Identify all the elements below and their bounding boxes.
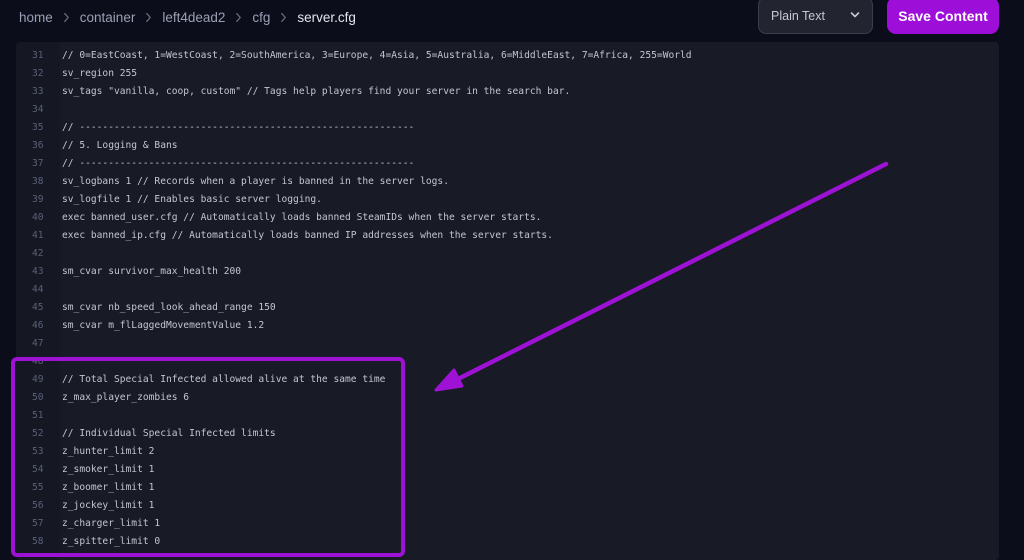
line-number: 58 (32, 535, 44, 547)
code-line: 55 z_boomer_limit 1 (16, 478, 999, 496)
code-line: 53 z_hunter_limit 2 (16, 442, 999, 460)
line-number: 56 (32, 499, 44, 511)
line-number: 42 (32, 247, 44, 259)
chevron-right-icon (146, 12, 152, 22)
line-text: z_max_player_zombies 6 (62, 391, 190, 403)
breadcrumb-item[interactable]: cfg (252, 10, 270, 25)
breadcrumb: home container left4dead2 cfg server.cfg (19, 8, 356, 26)
code-line: 38 sv_logbans 1 // Records when a player … (16, 172, 999, 190)
code-line: 41 exec banned_ip.cfg // Automatically lo… (16, 226, 999, 244)
line-number: 32 (32, 67, 44, 79)
code-line: 35 // -----------------------------------… (16, 118, 999, 136)
line-number: 53 (32, 445, 44, 457)
line-text: sv_logbans 1 // Records when a player is… (62, 175, 449, 187)
code-line: 42 (16, 244, 999, 262)
line-number: 48 (32, 355, 44, 367)
code-line: 44 (16, 280, 999, 298)
breadcrumb-item: server.cfg (297, 9, 356, 25)
line-number: 33 (32, 85, 44, 97)
breadcrumb-item[interactable]: container (80, 10, 136, 25)
line-number: 45 (32, 301, 44, 313)
language-mode-select[interactable]: Plain Text (758, 0, 873, 34)
line-text: z_spitter_limit 0 (62, 535, 161, 547)
line-text: sv_tags "vanilla, coop, custom" // Tags … (62, 85, 571, 97)
chevron-down-icon (850, 12, 860, 18)
line-text: // -------------------------------------… (62, 157, 415, 169)
code-line: 51 (16, 406, 999, 424)
line-text: z_jockey_limit 1 (62, 499, 155, 511)
line-text: sm_cvar survivor_max_health 200 (62, 265, 242, 277)
language-mode-value: Plain Text (771, 8, 825, 23)
line-number: 38 (32, 175, 44, 187)
line-text: exec banned_ip.cfg // Automatically load… (62, 229, 553, 241)
code-line: 43 sm_cvar survivor_max_health 200 (16, 262, 999, 280)
line-text: // Total Special Infected allowed alive … (62, 373, 386, 385)
line-number: 31 (32, 49, 44, 61)
code-line: 33 sv_tags "vanilla, coop, custom" // Tag… (16, 82, 999, 100)
code-line: 36 // 5. Logging & Bans (16, 136, 999, 154)
line-text: // Individual Special Infected limits (62, 427, 276, 439)
code-line: 31 // 0=EastCoast, 1=WestCoast, 2=SouthAm… (16, 46, 999, 64)
code-line: 58 z_spitter_limit 0 (16, 532, 999, 550)
line-number: 50 (32, 391, 44, 403)
line-number: 51 (32, 409, 44, 421)
save-content-button[interactable]: Save Content (887, 0, 999, 34)
line-text: // 0=EastCoast, 1=WestCoast, 2=SouthAmer… (62, 49, 692, 61)
line-number: 40 (32, 211, 44, 223)
code-line: 48 (16, 352, 999, 370)
line-text: z_smoker_limit 1 (62, 463, 155, 475)
line-number: 39 (32, 193, 44, 205)
chevron-right-icon (281, 12, 287, 22)
code-line: 46 sm_cvar m_flLaggedMovementValue 1.2 (16, 316, 999, 334)
line-number: 35 (32, 121, 44, 133)
line-number: 54 (32, 463, 44, 475)
line-text: z_charger_limit 1 (62, 517, 161, 529)
code-line: 32 sv_region 255 (16, 64, 999, 82)
line-number: 41 (32, 229, 44, 241)
line-number: 43 (32, 265, 44, 277)
breadcrumb-item[interactable]: home (19, 10, 53, 25)
line-number: 57 (32, 517, 44, 529)
code-lines: 31 // 0=EastCoast, 1=WestCoast, 2=SouthAm… (16, 46, 999, 550)
code-line: 39 sv_logfile 1 // Enables basic server l… (16, 190, 999, 208)
line-number: 36 (32, 139, 44, 151)
code-line: 47 (16, 334, 999, 352)
code-line: 40 exec banned_user.cfg // Automatically … (16, 208, 999, 226)
code-line: 45 sm_cvar nb_speed_look_ahead_range 150 (16, 298, 999, 316)
line-number: 34 (32, 103, 44, 115)
line-text: sm_cvar nb_speed_look_ahead_range 150 (62, 301, 276, 313)
line-text: sv_logfile 1 // Enables basic server log… (62, 193, 322, 205)
code-line: 56 z_jockey_limit 1 (16, 496, 999, 514)
code-editor[interactable]: 31 // 0=EastCoast, 1=WestCoast, 2=SouthAm… (16, 42, 999, 560)
line-number: 52 (32, 427, 44, 439)
chevron-right-icon (236, 12, 242, 22)
line-number: 46 (32, 319, 44, 331)
line-text: exec banned_user.cfg // Automatically lo… (62, 211, 542, 223)
line-text: // -------------------------------------… (62, 121, 415, 133)
line-text: z_boomer_limit 1 (62, 481, 155, 493)
line-number: 44 (32, 283, 44, 295)
code-line: 49 // Total Special Infected allowed aliv… (16, 370, 999, 388)
top-bar: home container left4dead2 cfg server.cfg Pla… (0, 0, 1024, 42)
line-text: sv_region 255 (62, 67, 138, 79)
breadcrumb-item[interactable]: left4dead2 (162, 10, 225, 25)
line-text: sm_cvar m_flLaggedMovementValue 1.2 (62, 319, 265, 331)
code-line: 50 z_max_player_zombies 6 (16, 388, 999, 406)
line-number: 49 (32, 373, 44, 385)
chevron-right-icon (63, 12, 69, 22)
code-line: 52 // Individual Special Infected limits (16, 424, 999, 442)
line-text: // 5. Logging & Bans (62, 139, 178, 151)
code-line: 34 (16, 100, 999, 118)
line-number: 55 (32, 481, 44, 493)
line-number: 37 (32, 157, 44, 169)
line-text: z_hunter_limit 2 (62, 445, 155, 457)
code-line: 37 // -----------------------------------… (16, 154, 999, 172)
line-number: 47 (32, 337, 44, 349)
code-line: 54 z_smoker_limit 1 (16, 460, 999, 478)
code-line: 57 z_charger_limit 1 (16, 514, 999, 532)
